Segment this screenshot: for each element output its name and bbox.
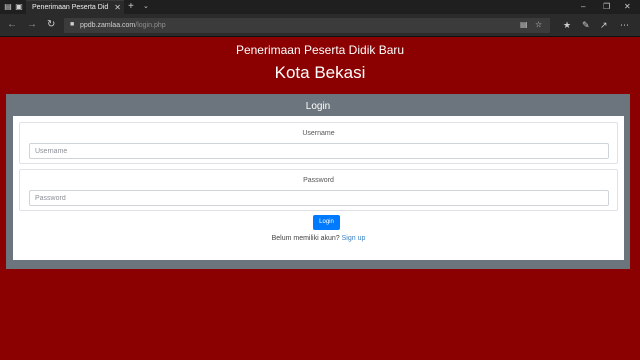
back-arrow-icon[interactable]: ←	[7, 19, 17, 31]
share-icon[interactable]: ↗	[600, 19, 608, 31]
url-path: /login.php	[135, 22, 166, 29]
page-title: Kota Bekasi	[274, 63, 366, 82]
chevron-down-icon[interactable]: ⌄	[143, 2, 149, 12]
signup-prompt-text: Belum memiliki akun?	[271, 235, 340, 242]
login-button[interactable]: Login	[313, 215, 340, 230]
browser-address-bar: ← → ↻ ■ ppdb.zamlaa.com/login.php ▤ ☆ ★ …	[0, 14, 640, 37]
page-content: Penerimaan Peserta Didik Baru Kota Bekas…	[0, 38, 640, 360]
reading-view-icon[interactable]: ▤	[520, 20, 528, 30]
close-icon[interactable]: ✕	[114, 3, 121, 13]
username-card: Username	[19, 122, 618, 164]
favorites-icon[interactable]: ★	[563, 19, 571, 31]
username-input[interactable]	[29, 143, 609, 159]
tab-preview-icon[interactable]: ▣	[14, 2, 24, 12]
refresh-icon[interactable]: ↻	[47, 19, 55, 31]
signup-link[interactable]: Sign up	[342, 235, 366, 242]
tab-list-icon[interactable]: ▤	[3, 2, 13, 12]
window-close-icon[interactable]: ✕	[624, 2, 631, 12]
url-text: ppdb.zamlaa.com/login.php	[80, 21, 166, 30]
url-field[interactable]: ■ ppdb.zamlaa.com/login.php ▤ ☆	[64, 18, 550, 33]
star-icon[interactable]: ☆	[535, 20, 542, 30]
password-label: Password	[303, 177, 334, 184]
pen-icon[interactable]: ✎	[582, 19, 590, 31]
login-form: Username Password Login Belum memiliki a…	[13, 116, 624, 260]
password-card: Password	[19, 169, 618, 211]
login-panel-title: Login	[305, 101, 331, 112]
browser-tab-bar: ▤ ▣ Penerimaan Peserta Did ✕ + ⌄ – ❐ ✕	[0, 0, 640, 14]
more-icon[interactable]: ⋯	[620, 19, 629, 31]
minimize-icon[interactable]: –	[581, 2, 585, 12]
login-panel: Login Username Password Login Belum memi…	[6, 94, 630, 269]
plus-icon[interactable]: +	[128, 1, 134, 13]
password-input[interactable]	[29, 190, 609, 206]
lock-icon: ■	[70, 21, 75, 28]
username-label: Username	[302, 130, 335, 137]
browser-tab[interactable]: Penerimaan Peserta Did ✕	[26, 0, 124, 14]
forward-arrow-icon[interactable]: →	[27, 19, 37, 31]
restore-icon[interactable]: ❐	[603, 2, 610, 12]
signup-prompt: Belum memiliki akun? Sign up	[13, 234, 624, 243]
tab-title: Penerimaan Peserta Did	[32, 4, 109, 11]
url-host: ppdb.zamlaa.com	[80, 22, 136, 29]
page-subtitle: Penerimaan Peserta Didik Baru	[235, 43, 405, 57]
